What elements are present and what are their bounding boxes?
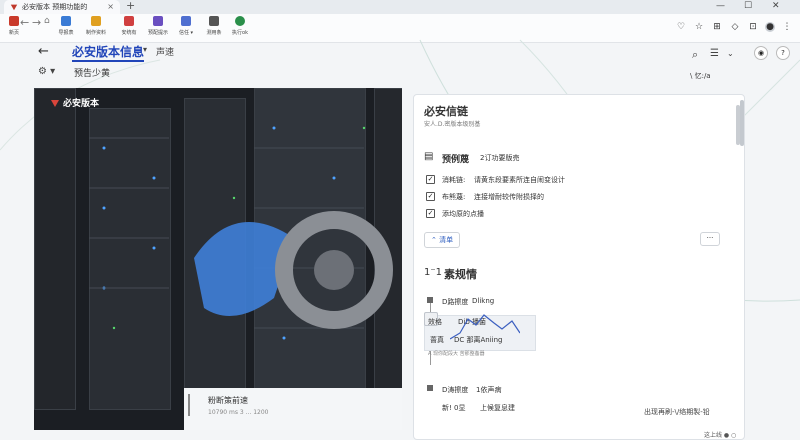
timeline-label: 效格 xyxy=(428,318,442,326)
hero-server-image: 必安版本 粉断策前速 10790 ms 3 ... 1200 xyxy=(34,88,402,430)
timeline-node xyxy=(427,297,433,303)
chip-arrow-icon: ⌃ xyxy=(431,236,437,244)
status-indicator: 这上线 ● ○ xyxy=(704,432,737,439)
check-label: 布熊蔑: xyxy=(442,193,466,201)
section1-note: 2订功要版売 xyxy=(480,154,520,162)
document-icon: ▤ xyxy=(424,151,434,162)
checkbox-2[interactable]: ✓ xyxy=(426,192,435,201)
check-value: 连接增耐较传附损择的 xyxy=(474,193,544,201)
check-label: 消耗链: xyxy=(442,176,466,184)
checkbox-3[interactable]: ✓ xyxy=(426,209,435,218)
panel-footer: 出现再刷-\/络期製-铅 xyxy=(644,408,710,416)
list-icon[interactable]: ☰ xyxy=(710,48,719,59)
timeline-node xyxy=(427,385,433,391)
section2-index: 1⁻1 xyxy=(424,267,443,278)
search-icon[interactable]: ⌕ xyxy=(692,48,698,62)
section1-title: 预例蔑 xyxy=(442,155,470,165)
timeline-label: 蔷真 xyxy=(430,336,444,344)
timeline-value: 上候复息建 xyxy=(480,404,515,412)
more-options-button[interactable]: ··· xyxy=(700,232,720,246)
back-arrow-icon[interactable]: ← xyxy=(38,44,49,59)
page-title[interactable]: 必安版本信息 xyxy=(72,43,145,62)
page-scrollbar[interactable] xyxy=(740,100,744,146)
filter-label[interactable]: 预告少黄 xyxy=(74,66,110,79)
filter-chip[interactable]: ⌃ 清单 xyxy=(424,232,461,248)
help-icon[interactable]: ? xyxy=(776,46,790,60)
timeline-label: 新! 0显 xyxy=(442,404,466,412)
timeline-value: 1依声病 xyxy=(476,386,502,394)
timeline-label: D涛擦度 xyxy=(442,386,469,394)
settings-gear-icon[interactable]: ⚙ ▾ xyxy=(38,66,55,77)
timeline-value: Dlikng xyxy=(472,297,495,305)
timeline-label: D路擦度 xyxy=(442,298,469,306)
chip-label: 清单 xyxy=(439,236,454,244)
page-subtitle: 声速 xyxy=(156,48,175,58)
check-label: 添均原的点播 xyxy=(442,210,484,218)
checkbox-1[interactable]: ✓ xyxy=(426,175,435,184)
user-badge[interactable]: \ 忆:/a xyxy=(690,71,711,81)
panel-subtitle: 安人.D.密版本级别基 xyxy=(424,121,481,128)
check-value: 请黄东段要素所连自闹变设计 xyxy=(474,176,565,184)
notification-icon[interactable]: ◉ xyxy=(754,46,768,60)
hero-caption: 必安版本 xyxy=(50,96,99,109)
chevron-down-icon[interactable]: ⌄ xyxy=(727,49,734,58)
section2-title: 素规情 xyxy=(444,268,477,281)
panel-title: 必安信链 xyxy=(424,105,468,118)
app-logo-icon xyxy=(51,99,59,107)
hero-overlay-card: 粉断策前速 10790 ms 3 ... 1200 xyxy=(184,388,402,430)
timeline-value: DC 那离Aniing xyxy=(454,336,503,344)
server-lights xyxy=(89,126,393,340)
info-panel: 必安信链 安人.D.密版本级别基 ▤ 预例蔑 2订功要版売 ✓ 消耗链: 请黄东… xyxy=(413,94,745,440)
title-dropdown-icon[interactable]: ▾ xyxy=(143,45,147,54)
sparkline-note: A 现你配段大 苦那整备器 xyxy=(428,351,485,357)
